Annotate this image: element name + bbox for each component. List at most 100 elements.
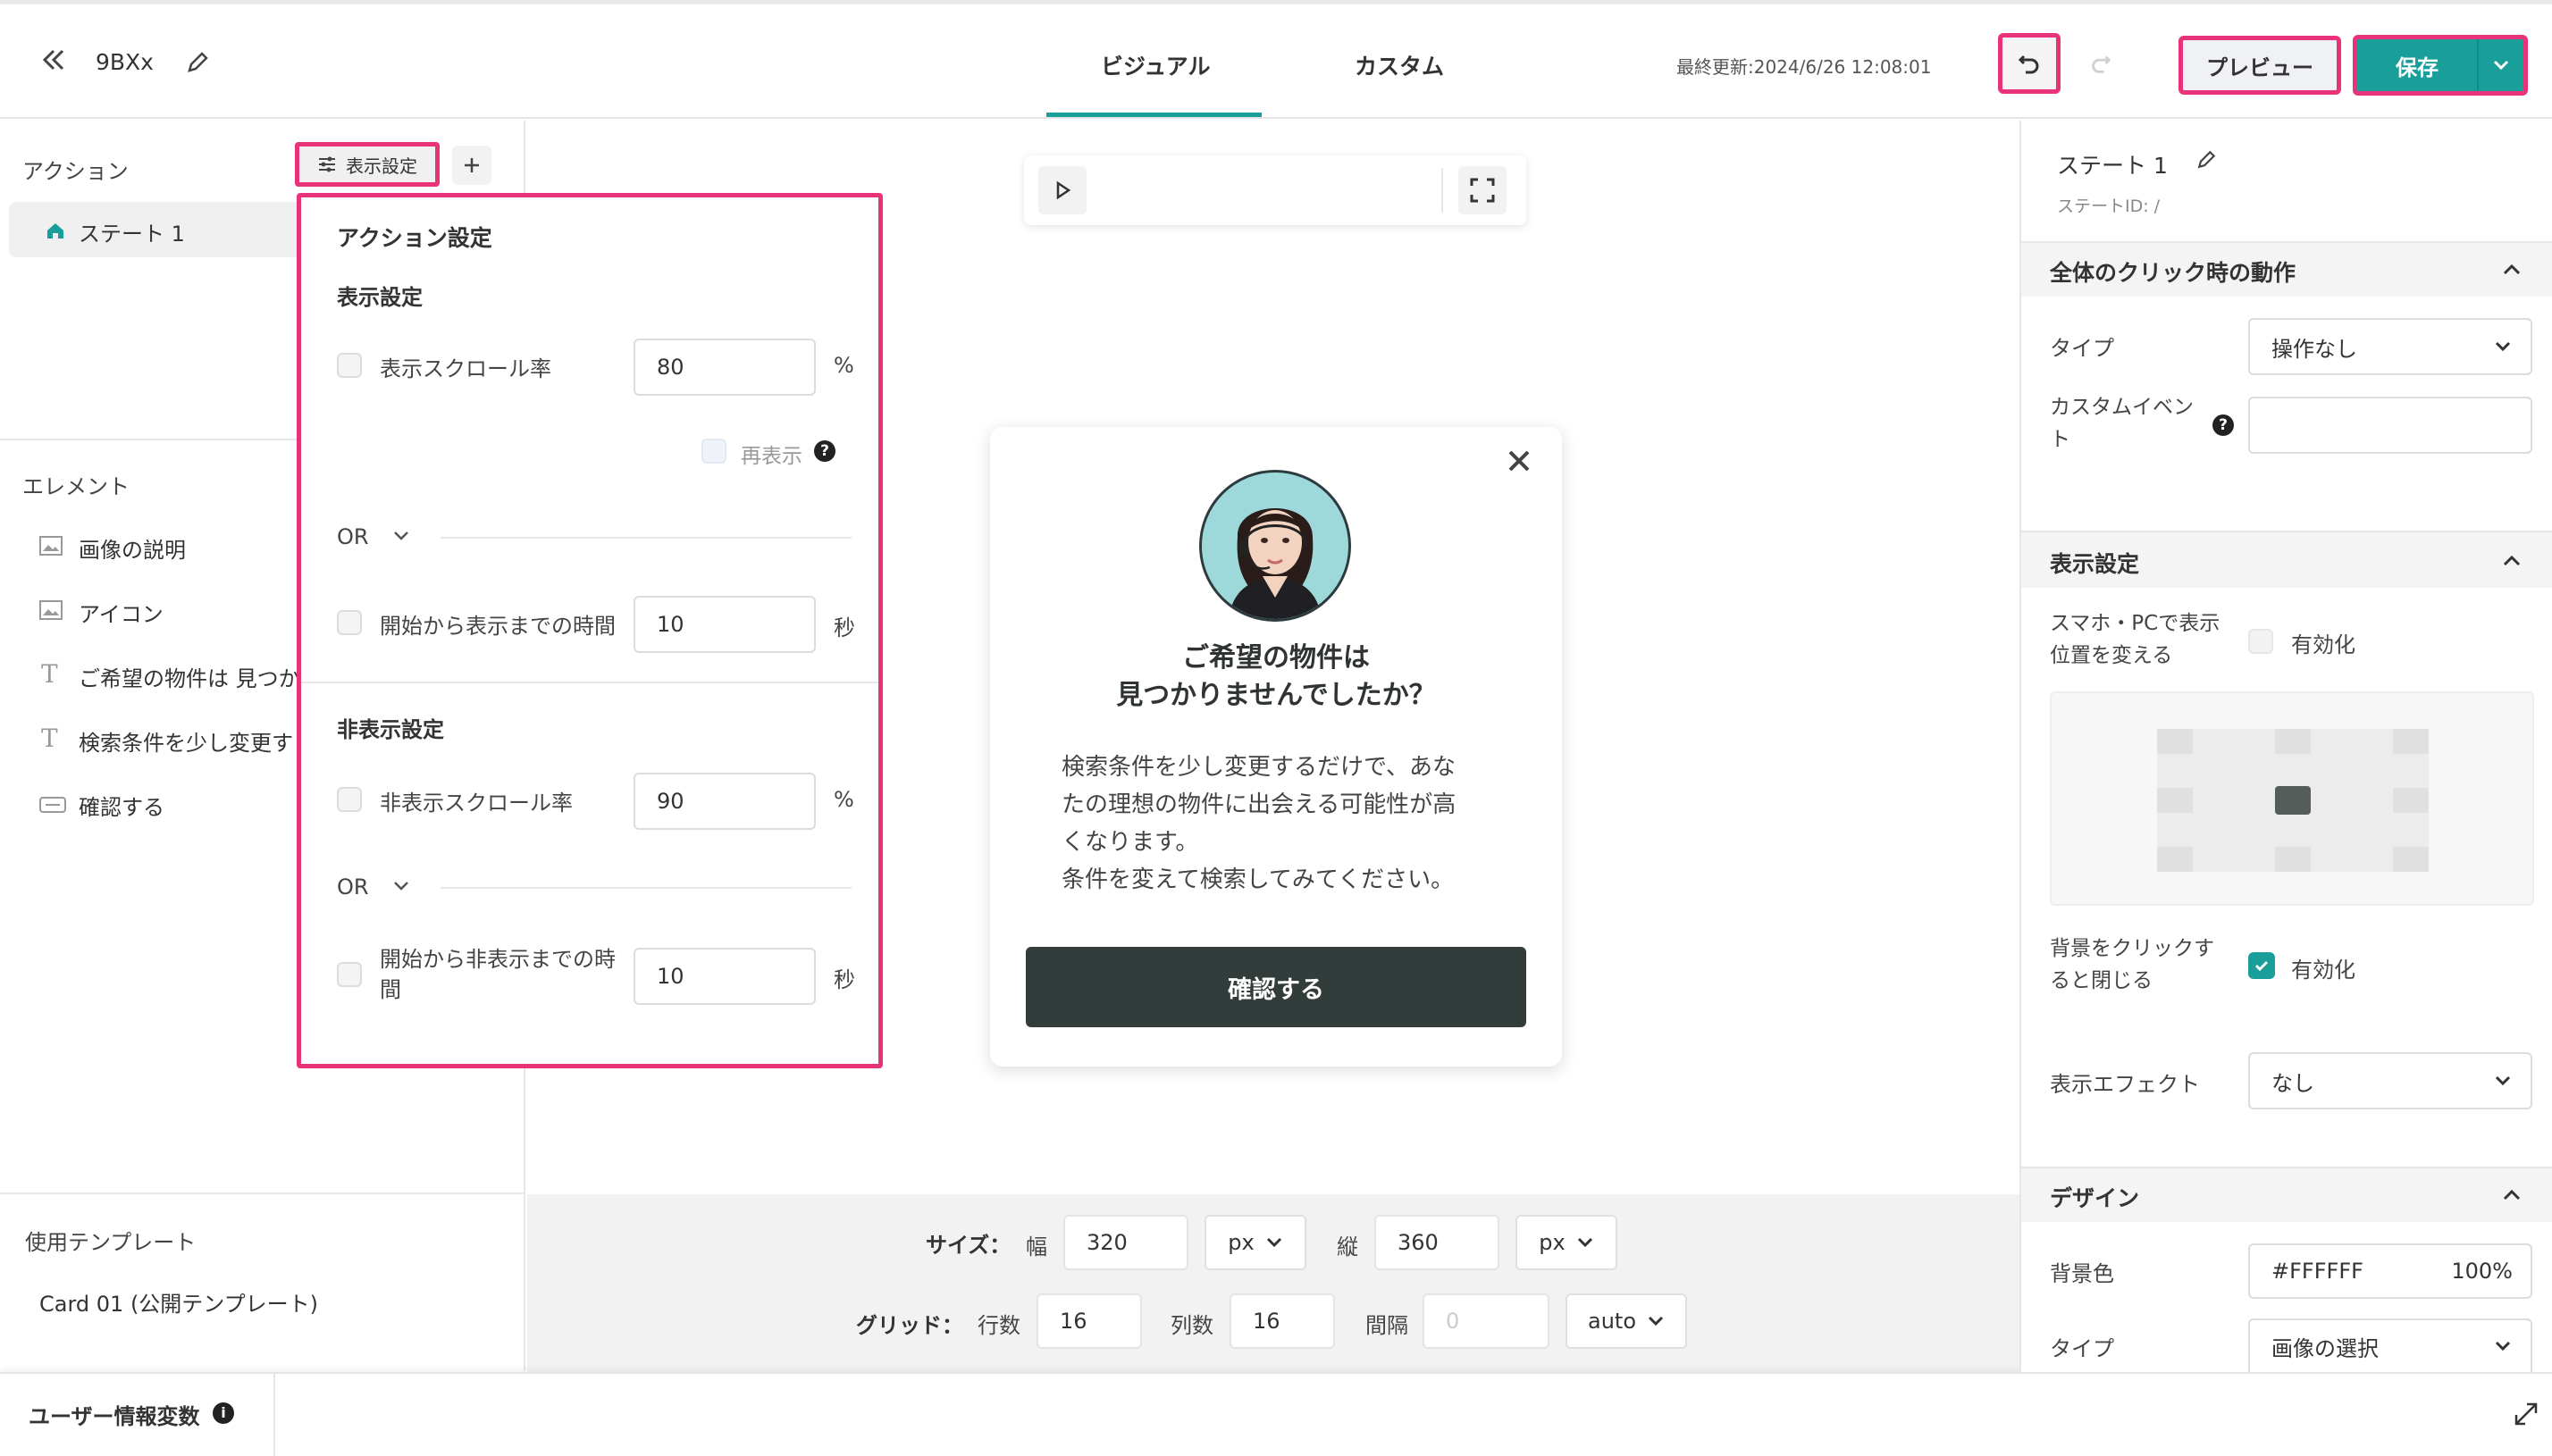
design-type-select[interactable]: 画像の選択 [2248, 1318, 2532, 1372]
rows-input[interactable]: 16 [1037, 1293, 1142, 1349]
height-unit-select[interactable]: px [1515, 1215, 1617, 1270]
close-on-bg-checkbox[interactable] [2248, 952, 2275, 979]
modal-body-line-1: 検索条件を少し変更するだけで、あな [1062, 754, 1456, 781]
close-on-bg-enable-label: 有効化 [2291, 958, 2355, 983]
display-settings-label: 表示設定 [346, 155, 417, 177]
height-input[interactable]: 360 [1374, 1215, 1499, 1270]
show-time-checkbox[interactable] [337, 610, 362, 635]
position-top-center[interactable] [2275, 729, 2311, 754]
gap-unit-select[interactable]: auto [1566, 1293, 1687, 1349]
bg-color-input[interactable]: #FFFFFF 100% [2248, 1243, 2532, 1299]
info-icon[interactable]: i [213, 1402, 234, 1424]
play-button[interactable] [1038, 166, 1087, 214]
or-toggle-2[interactable]: OR [337, 874, 369, 900]
save-button[interactable]: 保存 [2357, 39, 2477, 91]
element-item-image-desc[interactable]: 画像の説明 [39, 531, 298, 563]
help-icon[interactable]: ? [2212, 414, 2234, 436]
edit-state-icon[interactable] [2195, 148, 2218, 172]
home-icon [47, 223, 63, 238]
tab-custom[interactable]: カスタム [1355, 49, 1444, 81]
position-bottom-center[interactable] [2275, 847, 2311, 872]
user-vars-label[interactable]: ユーザー情報変数 [29, 1399, 200, 1430]
state-name: ステート 1 [2057, 153, 2168, 179]
width-input[interactable]: 320 [1063, 1215, 1188, 1270]
change-position-label: スマホ・PCで表示 位置を変える [2050, 607, 2220, 672]
design-section-title: デザイン [2050, 1185, 2140, 1211]
cols-input[interactable]: 16 [1230, 1293, 1335, 1349]
expand-icon[interactable] [2513, 1401, 2539, 1427]
or-toggle-1[interactable]: OR [337, 524, 369, 549]
add-action-button[interactable] [452, 146, 491, 185]
confirm-button-label: 確認する [1228, 975, 1324, 1004]
template-name[interactable]: Card 01 (公開テンプレート) [39, 1286, 318, 1318]
help-icon[interactable]: ? [814, 440, 835, 462]
position-middle-left[interactable] [2157, 788, 2193, 813]
element-item-body-text[interactable]: T 検索条件を少し変更す [39, 724, 298, 756]
show-scroll-unit: % [834, 353, 854, 378]
state-item[interactable]: ステート 1 [9, 202, 304, 257]
custom-event-input[interactable] [2248, 397, 2532, 454]
position-center[interactable] [2275, 786, 2311, 815]
hide-section-title: 非表示設定 [337, 717, 444, 742]
actions-label: アクション [22, 159, 129, 184]
show-time-input[interactable]: 10 [634, 596, 816, 653]
position-top-right[interactable] [2393, 729, 2429, 754]
save-dropdown-button[interactable] [2479, 39, 2523, 91]
width-unit-select[interactable]: px [1205, 1215, 1306, 1270]
chevron-down-icon [2495, 1341, 2511, 1351]
element-item-title-text[interactable]: T ご希望の物件は 見つか [39, 659, 298, 691]
fullscreen-button[interactable] [1458, 166, 1507, 214]
position-bottom-left[interactable] [2157, 847, 2193, 872]
edit-title-icon[interactable] [184, 49, 211, 76]
modal-body-line-3: くなります。 [1062, 829, 1199, 856]
toolbar-divider [1441, 168, 1443, 213]
redisplay-checkbox[interactable] [701, 439, 726, 464]
display-section-header[interactable]: 表示設定 [2021, 532, 2552, 588]
hide-scroll-label: 非表示スクロール率 [380, 791, 573, 816]
position-picker [2050, 691, 2534, 906]
preview-button[interactable]: プレビュー [2178, 36, 2341, 95]
tab-visual[interactable]: ビジュアル [1101, 49, 1211, 81]
collapse-icon[interactable] [36, 42, 71, 78]
undo-button[interactable] [1998, 33, 2061, 94]
button-icon [39, 797, 66, 813]
hide-scroll-unit: % [834, 787, 854, 812]
hide-time-unit: 秒 [834, 967, 855, 992]
click-section-header[interactable]: 全体のクリック時の動作 [2021, 243, 2552, 297]
hide-scroll-input[interactable]: 90 [634, 773, 816, 830]
type-select[interactable]: 操作なし [2248, 318, 2532, 375]
effect-label: 表示エフェクト [2050, 1072, 2200, 1097]
click-section-title: 全体のクリック時の動作 [2050, 260, 2296, 286]
chevron-down-icon [1266, 1237, 1281, 1248]
popover-title: アクション設定 [337, 225, 492, 251]
gap-input[interactable]: 0 [1423, 1293, 1549, 1349]
position-middle-right[interactable] [2393, 788, 2429, 813]
redo-button[interactable] [2074, 38, 2128, 89]
show-scroll-label: 表示スクロール率 [380, 356, 551, 381]
modal-body-line-2: たの理想の物件に出会える可能性が高 [1062, 791, 1456, 818]
design-type-value: 画像の選択 [2271, 1335, 2379, 1361]
hide-time-checkbox[interactable] [337, 962, 362, 987]
element-item-button[interactable]: 確認する [39, 788, 298, 820]
undo-icon [2018, 54, 2039, 74]
height-unit-value: px [1539, 1230, 1566, 1255]
show-scroll-input[interactable]: 80 [634, 339, 816, 396]
change-position-checkbox[interactable] [2248, 629, 2273, 654]
operator-avatar [1199, 470, 1351, 622]
position-bottom-right[interactable] [2393, 847, 2429, 872]
show-scroll-checkbox[interactable] [337, 353, 362, 378]
design-section-header[interactable]: デザイン [2021, 1168, 2552, 1222]
hide-scroll-checkbox[interactable] [337, 787, 362, 812]
effect-select[interactable]: なし [2248, 1052, 2532, 1109]
gap-unit-value: auto [1587, 1309, 1636, 1334]
display-settings-button[interactable]: 表示設定 [295, 142, 440, 187]
close-icon[interactable] [1505, 447, 1533, 475]
position-top-left[interactable] [2157, 729, 2193, 754]
confirm-button[interactable]: 確認する [1026, 947, 1526, 1027]
action-settings-popover: アクション設定 表示設定 表示スクロール率 80 % 再表示 ? OR 開始から… [297, 193, 883, 1068]
footer-bar [0, 1372, 2552, 1456]
grid-label: グリッド： [856, 1313, 963, 1338]
chevron-down-icon [2495, 341, 2511, 352]
hide-time-input[interactable]: 10 [634, 948, 816, 1005]
element-item-icon[interactable]: アイコン [39, 595, 298, 627]
